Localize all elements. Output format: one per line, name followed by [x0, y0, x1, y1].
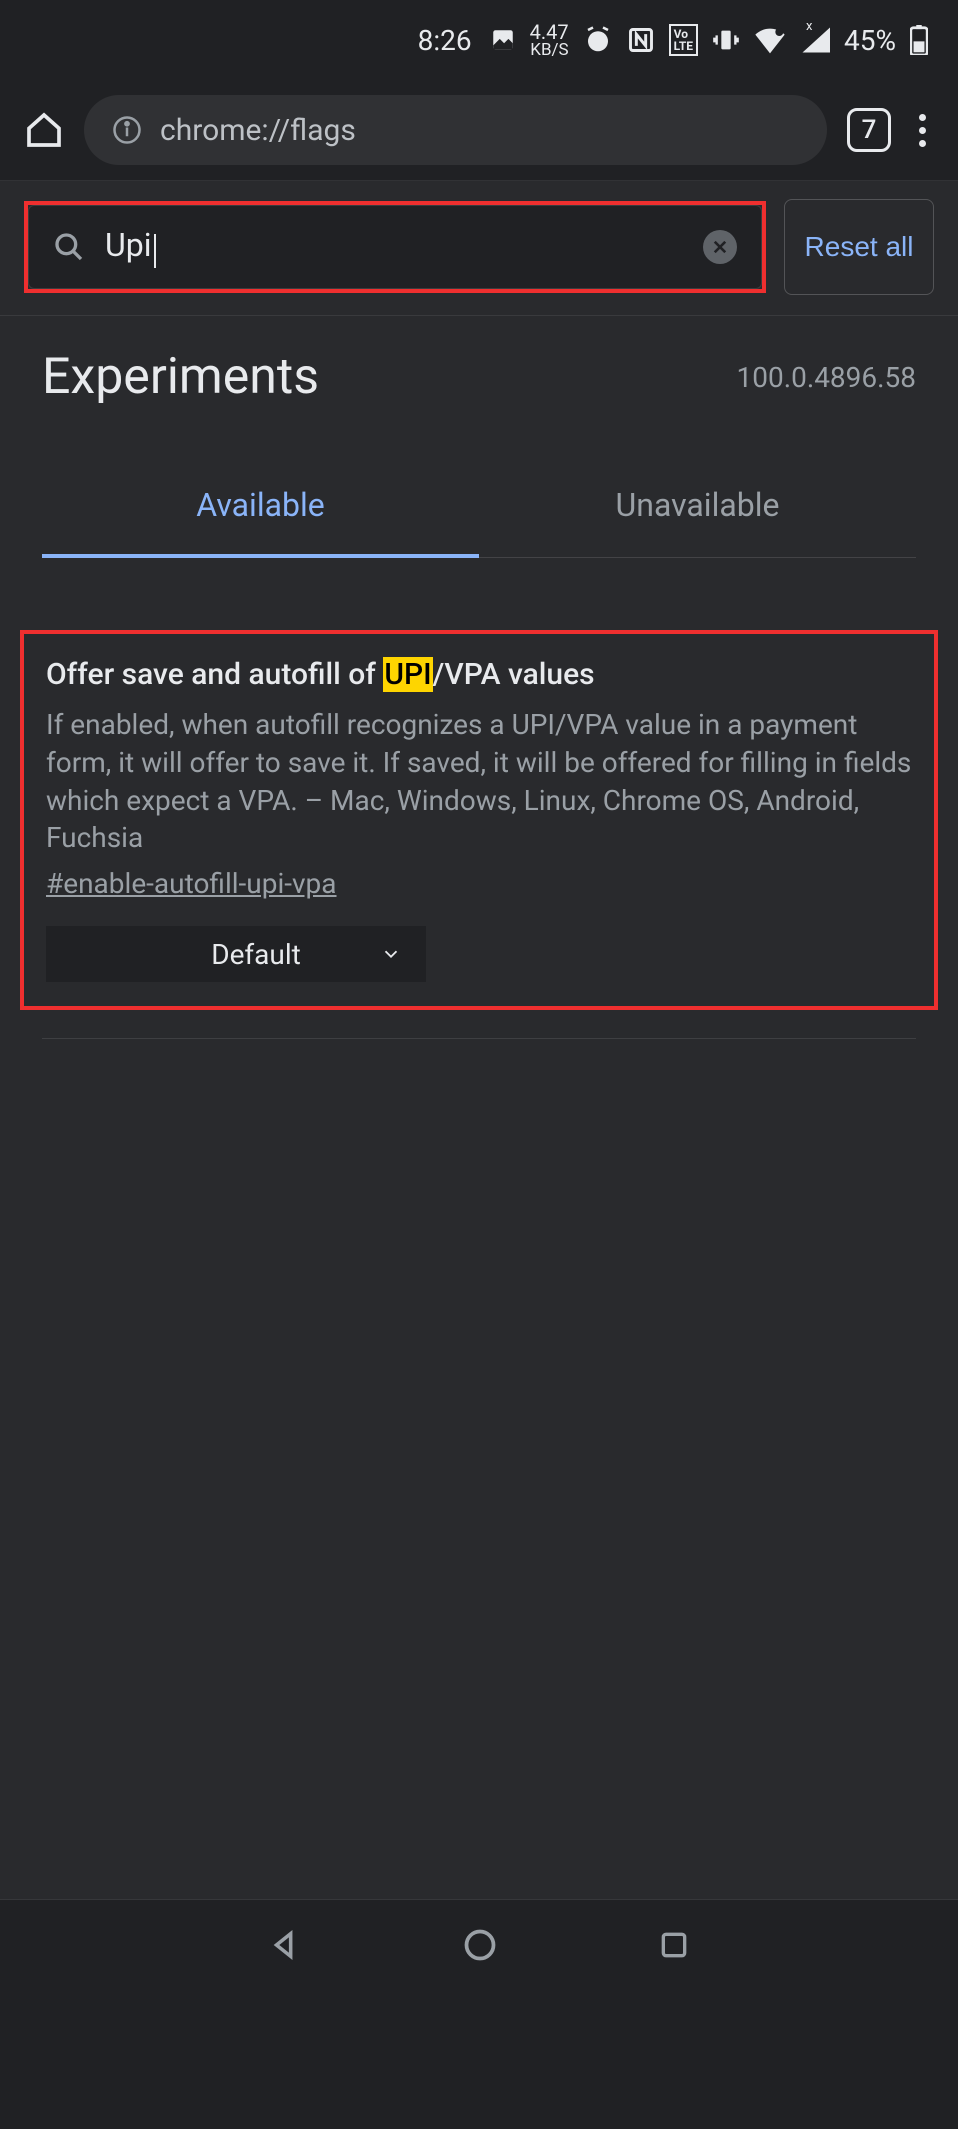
android-nav-bar	[0, 1900, 958, 1990]
menu-button[interactable]	[911, 114, 934, 147]
annotation-search-highlight: Upi	[24, 201, 766, 293]
omnibox-url: chrome://flags	[160, 113, 356, 148]
photo-icon	[490, 27, 516, 53]
chevron-down-icon	[380, 943, 402, 965]
tab-switcher-button[interactable]: 7	[847, 108, 891, 152]
flags-search-field[interactable]: Upi	[28, 205, 762, 289]
volte-icon: VoLTE	[669, 24, 698, 56]
home-button[interactable]	[24, 110, 64, 150]
android-status-bar: 8:26 4.47 KB/S VoLTE x 45%	[0, 0, 958, 80]
flag-state-value: Default	[211, 938, 301, 971]
tab-count: 7	[862, 115, 877, 145]
flag-title: Offer save and autofill of UPI/VPA value…	[46, 654, 912, 696]
flag-hash-link[interactable]: #enable-autofill-upi-vpa	[46, 867, 337, 900]
wifi-icon	[754, 26, 786, 54]
text-caret	[154, 234, 156, 268]
nav-recents-button[interactable]	[658, 1929, 690, 1961]
page-title: Experiments	[42, 348, 319, 406]
search-input[interactable]: Upi	[105, 226, 683, 269]
flags-tabs: Available Unavailable	[42, 464, 916, 558]
flag-description: If enabled, when autofill recognizes a U…	[46, 706, 912, 857]
alarm-icon	[583, 25, 613, 55]
browser-toolbar: chrome://flags 7	[0, 80, 958, 180]
status-time: 8:26	[418, 24, 472, 57]
cellular-icon: x	[800, 27, 830, 53]
nav-home-button[interactable]	[462, 1927, 498, 1963]
chrome-version: 100.0.4896.58	[736, 361, 916, 394]
battery-icon	[910, 25, 928, 55]
battery-percent: 45%	[844, 24, 896, 57]
annotation-flag-highlight: Offer save and autofill of UPI/VPA value…	[20, 630, 938, 1010]
search-icon	[53, 231, 85, 263]
tab-unavailable[interactable]: Unavailable	[479, 464, 916, 557]
flag-state-select[interactable]: Default	[46, 926, 426, 982]
search-match-highlight: UPI	[383, 657, 432, 692]
omnibox[interactable]: chrome://flags	[84, 95, 827, 165]
tab-available[interactable]: Available	[42, 464, 479, 558]
network-speed: 4.47 KB/S	[530, 22, 569, 59]
page-info-icon[interactable]	[112, 115, 142, 145]
nav-back-button[interactable]	[268, 1928, 302, 1962]
vibrate-icon	[712, 26, 740, 54]
reset-all-button[interactable]: Reset all	[784, 199, 934, 295]
clear-search-button[interactable]	[703, 230, 737, 264]
nfc-icon	[627, 26, 655, 54]
